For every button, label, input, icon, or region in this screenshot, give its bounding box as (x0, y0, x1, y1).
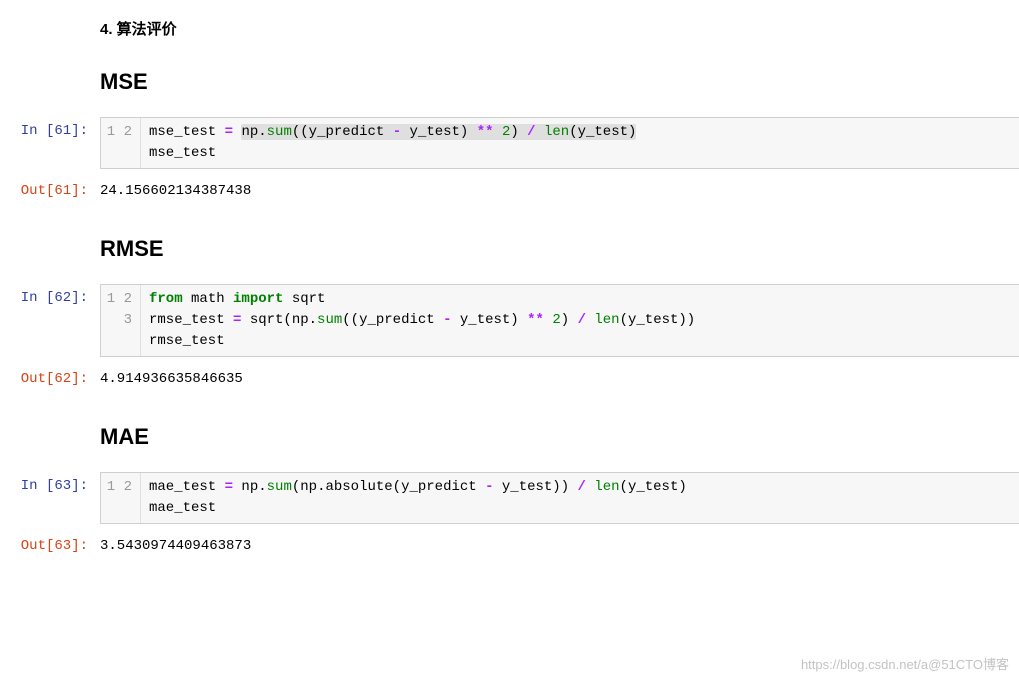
output-text: 3.5430974409463873 (100, 532, 1019, 561)
code-content[interactable]: mae_test = np.sum(np.absolute(y_predict … (141, 473, 1019, 523)
input-prompt: In [61]: (0, 117, 100, 142)
code-cell[interactable]: 1 2 3from math import sqrt rmse_test = s… (100, 284, 1019, 357)
subheading: MAE (100, 424, 1019, 450)
code-cell[interactable]: 1 2mse_test = np.sum((y_predict - y_test… (100, 117, 1019, 169)
watermark-text: https://blog.csdn.net/a@51CTO博客 (801, 654, 1009, 673)
subheading: RMSE (100, 236, 1019, 262)
input-prompt: In [63]: (0, 472, 100, 497)
input-prompt: In [62]: (0, 284, 100, 309)
code-content[interactable]: from math import sqrt rmse_test = sqrt(n… (141, 285, 1019, 356)
line-number-gutter: 1 2 (101, 118, 141, 168)
subheading: MSE (100, 69, 1019, 95)
output-prompt: Out[62]: (0, 365, 100, 390)
output-prompt: Out[63]: (0, 532, 100, 557)
line-number-gutter: 1 2 3 (101, 285, 141, 356)
line-number-gutter: 1 2 (101, 473, 141, 523)
code-cell[interactable]: 1 2mae_test = np.sum(np.absolute(y_predi… (100, 472, 1019, 524)
output-text: 24.156602134387438 (100, 177, 1019, 206)
section-title: 4. 算法评价 (100, 18, 1019, 39)
output-text: 4.914936635846635 (100, 365, 1019, 394)
code-content[interactable]: mse_test = np.sum((y_predict - y_test) *… (141, 118, 1019, 168)
output-prompt: Out[61]: (0, 177, 100, 202)
